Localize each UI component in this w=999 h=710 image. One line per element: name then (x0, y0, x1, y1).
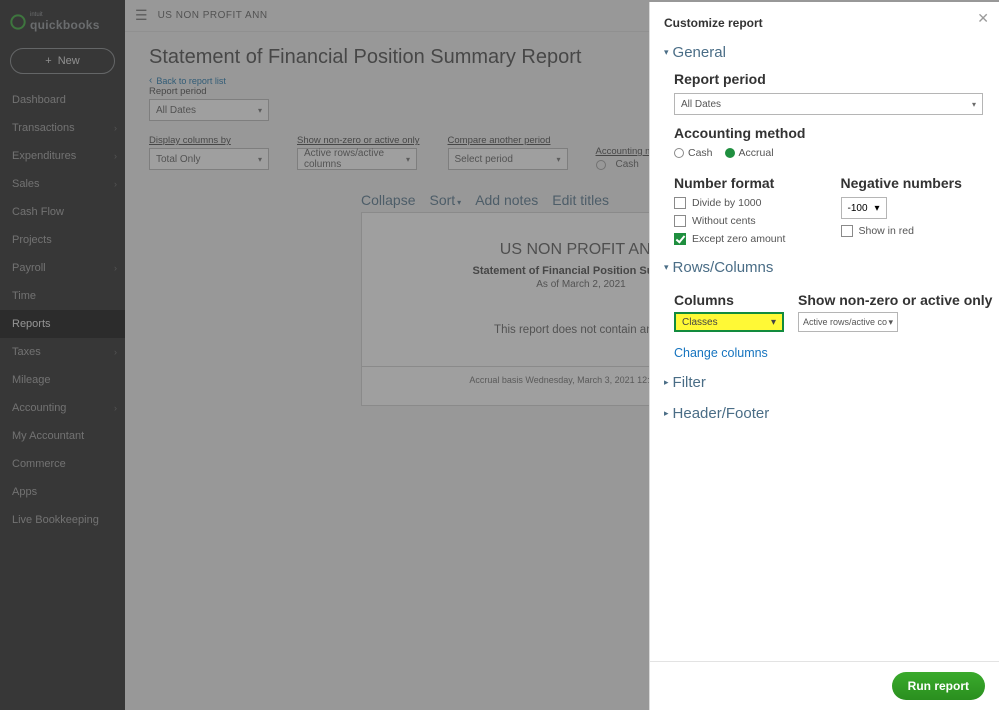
run-report-button[interactable]: Run report (892, 672, 985, 700)
chevron-down-icon: ▾ (888, 317, 893, 328)
drawer-title: Customize report (664, 16, 983, 30)
triangle-down-icon: ▾ (664, 262, 669, 273)
triangle-right-icon: ▸ (664, 377, 669, 388)
show-nonzero-heading: Show non-zero or active only (798, 292, 992, 308)
section-general[interactable]: ▾ General (664, 44, 983, 61)
drawer-accrual-radio[interactable]: Accrual (725, 147, 774, 159)
drawer-cash-radio[interactable]: Cash (674, 147, 713, 159)
show-in-red-checkbox[interactable]: Show in red (841, 225, 984, 237)
active-rows-select[interactable]: Active rows/active co▾ (798, 312, 898, 332)
negative-numbers-select[interactable]: -100▾ (841, 197, 887, 219)
chevron-down-icon: ▾ (972, 100, 976, 109)
report-period-heading: Report period (674, 71, 983, 87)
change-columns-link[interactable]: Change columns (674, 346, 983, 360)
negative-numbers-heading: Negative numbers (841, 175, 984, 191)
triangle-down-icon: ▾ (664, 47, 669, 58)
section-filter[interactable]: ▸ Filter (664, 374, 983, 391)
except-zero-checkbox[interactable]: Except zero amount (674, 233, 817, 245)
columns-select[interactable]: Classes▾ (674, 312, 784, 332)
columns-heading: Columns (674, 292, 784, 308)
triangle-right-icon: ▸ (664, 408, 669, 419)
chevron-down-icon: ▾ (874, 203, 879, 214)
without-cents-checkbox[interactable]: Without cents (674, 215, 817, 227)
close-icon[interactable]: ✕ (977, 10, 989, 27)
chevron-down-icon: ▾ (771, 317, 776, 328)
accounting-method-heading: Accounting method (674, 125, 983, 141)
section-rows-columns[interactable]: ▾ Rows/Columns (664, 259, 983, 276)
divide-by-1000-checkbox[interactable]: Divide by 1000 (674, 197, 817, 209)
section-header-footer[interactable]: ▸ Header/Footer (664, 405, 983, 422)
number-format-heading: Number format (674, 175, 817, 191)
customize-report-drawer: ✕ Customize report ▾ General Report peri… (649, 2, 999, 710)
drawer-report-period-select[interactable]: All Dates▾ (674, 93, 983, 115)
